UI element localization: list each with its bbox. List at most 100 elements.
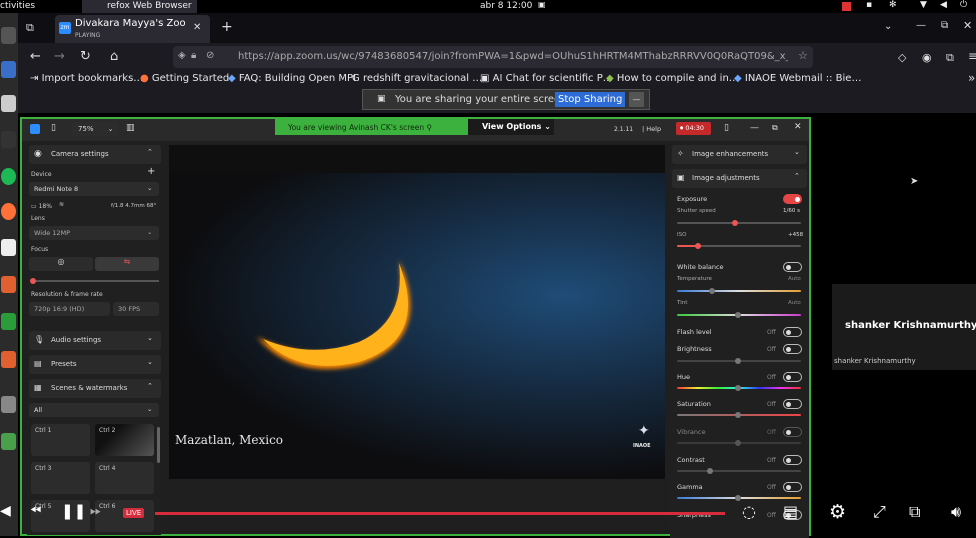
tint-knob[interactable] — [735, 312, 741, 318]
chat-icon[interactable]: ◌ — [742, 502, 756, 521]
white-balance-toggle[interactable] — [783, 262, 802, 272]
fps-select[interactable]: 30 FPS — [113, 302, 159, 316]
forward-icon[interactable]: → — [54, 49, 65, 64]
account-icon[interactable]: ◉ — [922, 51, 932, 64]
zoom-maximize-icon[interactable]: ⧉ — [772, 123, 778, 133]
dock-calc-icon[interactable] — [1, 313, 16, 330]
contrast-knob[interactable] — [707, 468, 713, 474]
dock-trash-icon[interactable] — [1, 433, 16, 450]
bookmark-ai-chat[interactable]: ▣ AI Chat for scientific P… — [480, 73, 613, 84]
add-device-icon[interactable]: + — [147, 166, 155, 177]
bookmark-getting-started[interactable]: ● Getting Started — [140, 73, 229, 84]
gamma-toggle[interactable] — [783, 482, 802, 492]
vibrance-toggle[interactable] — [783, 427, 802, 437]
minimize-window-icon[interactable]: — — [916, 20, 926, 31]
view-options-button[interactable]: View Options ⌄ — [468, 119, 554, 135]
brightness-slider[interactable] — [677, 358, 801, 364]
tab-list-icon[interactable]: ⌄ — [884, 21, 892, 32]
url-bar[interactable]: ◈ 🔒︎ ⊘ https://app.zoom.us/wc/9748368054… — [173, 46, 813, 68]
bookmark-how-to-compile[interactable]: ◆ How to compile and in… — [606, 73, 739, 84]
wifi-icon[interactable]: ▼ — [920, 0, 927, 10]
scene-slot-4[interactable]: Ctrl 4 — [95, 462, 154, 494]
dock-files-icon[interactable] — [1, 95, 16, 112]
volume-icon[interactable]: ◀ — [940, 0, 947, 10]
vibrance-slider[interactable] — [677, 440, 801, 446]
bookmark-redshift[interactable]: G redshift gravitacional … — [352, 73, 482, 84]
iso-knob[interactable] — [695, 243, 701, 249]
bookmark-faq-openmpi[interactable]: ◆ FAQ: Building Open MPI — [228, 73, 356, 84]
temperature-knob[interactable] — [709, 288, 715, 294]
brightness-knob[interactable] — [735, 358, 741, 364]
dock-presentation-icon[interactable] — [1, 351, 16, 368]
back-icon[interactable]: ← — [30, 49, 41, 64]
lock-icon[interactable]: 🔒︎ — [191, 50, 196, 61]
dock-app-icon[interactable] — [1, 131, 16, 148]
zoom-close-icon[interactable]: ✕ — [794, 122, 802, 132]
exposure-toggle[interactable] — [783, 194, 802, 204]
tab-zoom[interactable]: zm Divakara Mayya's Zoom M PLAYING ✕ — [55, 15, 210, 43]
live-badge[interactable]: LIVE — [123, 508, 145, 518]
url-text[interactable]: https://app.zoom.us/wc/97483680547/join?… — [238, 51, 788, 62]
scene-slot-3[interactable]: Ctrl 3 — [31, 462, 90, 494]
dock-terminal-icon[interactable] — [1, 27, 16, 44]
extensions-icon[interactable]: ⧉ — [946, 51, 954, 65]
zoom-level-select[interactable]: 75% ⌄ — [72, 122, 118, 136]
shield-icon[interactable]: ◈ — [178, 50, 186, 61]
reactions-icon[interactable]: ▤ — [783, 502, 798, 521]
pocket-icon[interactable]: ◇ — [898, 51, 906, 64]
hue-toggle[interactable] — [783, 372, 802, 382]
brightness-toggle[interactable] — [783, 344, 802, 354]
iso-slider[interactable] — [677, 243, 801, 249]
tray-square-icon[interactable]: ▪ — [866, 0, 872, 10]
scenes-header[interactable]: ▦ Scenes & watermarks ⌃ — [29, 379, 161, 398]
scene-slot-1[interactable]: Ctrl 1 — [31, 424, 90, 456]
lens-select[interactable]: Wide 12MP ⌄ — [29, 226, 159, 240]
dock-sd-card-icon[interactable] — [1, 396, 16, 413]
volume-icon[interactable]: 🔊︎ — [951, 502, 961, 522]
activities-label[interactable]: ctivities — [0, 1, 35, 11]
bookmarks-overflow-icon[interactable]: » — [968, 71, 975, 85]
scene-slot-2[interactable]: Ctrl 2 — [95, 424, 154, 456]
pause-icon[interactable]: ❚❚ — [61, 502, 86, 520]
layout-icon[interactable]: ▥ — [126, 123, 135, 133]
rewind-icon[interactable]: ⏪︎ — [30, 503, 41, 519]
image-adjustments-header[interactable]: ▣ Image adjustments ⌃ — [672, 169, 807, 188]
power-icon[interactable]: ⏻ — [960, 0, 967, 10]
scenes-scrollbar[interactable] — [157, 427, 160, 463]
vibrance-knob[interactable] — [735, 440, 741, 446]
dock-impress-icon[interactable] — [1, 276, 16, 293]
dock-writer-icon[interactable] — [1, 61, 16, 78]
bookmark-star-icon[interactable]: ☆ — [798, 49, 808, 62]
hue-knob[interactable] — [735, 385, 741, 391]
dock-firefox-icon[interactable] — [1, 203, 16, 220]
scenes-filter-select[interactable]: All ⌄ — [29, 403, 159, 417]
forward-icon[interactable]: ⏩︎ — [90, 503, 101, 519]
saturation-toggle[interactable] — [783, 399, 802, 409]
menu-icon[interactable]: ≡ — [968, 49, 976, 63]
picture-in-picture-icon[interactable]: ⧉ — [909, 502, 920, 522]
bookmark-inaoe-webmail[interactable]: ◆ INAOE Webmail :: Bie… — [734, 73, 861, 84]
device-select[interactable]: Redmi Note 8 ⌄ — [29, 182, 159, 196]
saturation-knob[interactable] — [735, 412, 741, 418]
stop-sharing-button[interactable]: Stop Sharing — [555, 92, 626, 107]
previous-icon[interactable]: ◀ — [0, 503, 11, 519]
zoom-minimize-icon[interactable]: — — [750, 123, 759, 133]
home-icon[interactable]: ⌂ — [110, 49, 118, 64]
focus-slider-knob[interactable] — [30, 278, 36, 284]
contrast-toggle[interactable] — [783, 455, 802, 465]
tray-red-icon[interactable] — [842, 2, 851, 11]
camera-settings-header[interactable]: ◉ Camera settings ⌃ — [29, 145, 161, 164]
focus-slider[interactable] — [30, 278, 159, 284]
notification-icon[interactable]: ▣ — [538, 0, 546, 9]
tint-slider[interactable] — [677, 312, 801, 318]
permissions-icon[interactable]: ⊘ — [206, 50, 214, 61]
contrast-slider[interactable] — [677, 468, 801, 474]
hue-slider[interactable] — [677, 385, 801, 391]
resolution-select[interactable]: 720p 16:9 (HD) — [29, 302, 110, 316]
audio-settings-header[interactable]: 🎙︎ Audio settings ⌄ — [29, 331, 161, 350]
panel-icon[interactable]: ▯ — [724, 123, 729, 133]
tab-overview-icon[interactable]: ⧉ — [26, 21, 34, 35]
temperature-slider[interactable] — [677, 288, 801, 294]
help-button[interactable]: | Help — [642, 125, 661, 133]
shutter-speed-knob[interactable] — [732, 220, 738, 226]
